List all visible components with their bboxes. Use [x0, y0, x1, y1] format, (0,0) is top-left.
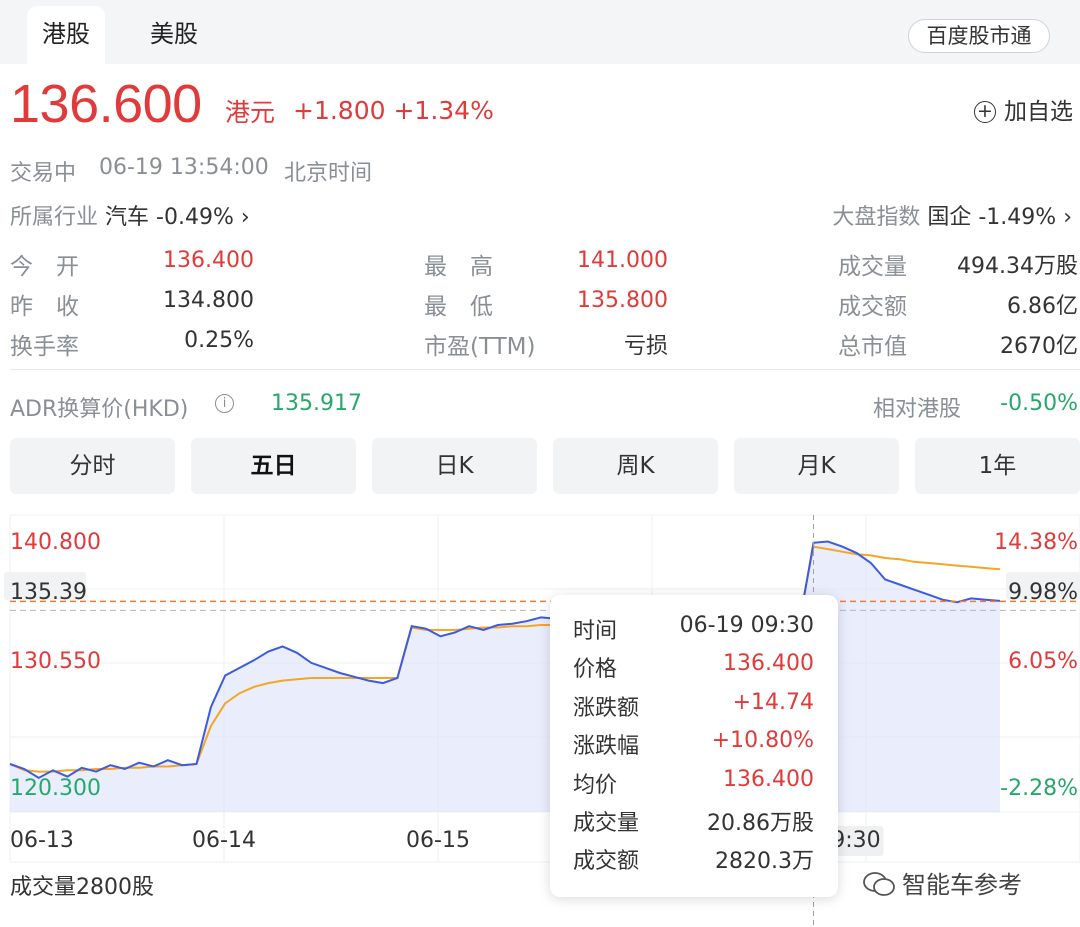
chevron-right-icon: › — [240, 205, 250, 230]
tooltip-key: 时间 — [573, 619, 618, 644]
current-price: 136.600 — [10, 74, 202, 134]
industry-change: -0.49% — [156, 205, 234, 230]
y-axis-label-right: 14.38% — [994, 530, 1078, 555]
info-icon[interactable]: i — [215, 394, 234, 413]
y-axis-label-right: 9.98% — [1008, 580, 1078, 605]
turnover-label: 换手率 — [10, 334, 79, 360]
chevron-right-icon: › — [1063, 205, 1072, 230]
tab-hk-stocks[interactable]: 港股 — [27, 6, 105, 64]
tooltip-value: 2820.3万 — [715, 849, 814, 875]
price-area — [10, 541, 1000, 812]
tab-monthly-k[interactable]: 月K — [734, 438, 899, 494]
market-cap-value: 2670亿 — [1000, 334, 1078, 359]
industry-label: 所属行业 — [10, 205, 99, 230]
tooltip-value: 136.400 — [723, 766, 814, 792]
x-axis-label: 06-14 — [192, 828, 256, 853]
adr-label: ADR换算价(HKD) — [10, 397, 189, 422]
tab-us-stocks[interactable]: 美股 — [150, 6, 198, 64]
tooltip-row: 均价 136.400 — [573, 766, 814, 798]
market-link-button[interactable]: 百度股市通 — [908, 19, 1050, 53]
trading-status: 交易中 — [10, 161, 77, 186]
tooltip-key: 涨跌幅 — [573, 734, 640, 760]
tooltip-key: 成交量 — [573, 811, 640, 836]
tab-one-year[interactable]: 1年 — [915, 438, 1080, 494]
tooltip-row: 成交额 2820.3万 — [573, 843, 814, 875]
x-axis-label: 06-15 — [406, 828, 470, 853]
tooltip-row: 涨跌额 +14.74 — [573, 689, 814, 721]
industry-name: 汽车 — [105, 205, 150, 230]
relative-hk-label: 相对港股 — [873, 397, 962, 422]
tab-five-day[interactable]: 五日 — [191, 438, 356, 494]
tooltip-value: 20.86万股 — [707, 811, 814, 836]
market-cap-label: 总市值 — [838, 334, 907, 360]
tooltip-row: 时间 06-19 09:30 — [573, 613, 814, 644]
low-value: 135.800 — [577, 288, 668, 313]
y-axis-label-right: 6.05% — [1008, 649, 1078, 674]
currency-label: 港元 — [225, 98, 276, 127]
tooltip-key: 价格 — [573, 657, 618, 683]
tooltip-row: 价格 136.400 — [573, 651, 814, 683]
divider — [10, 369, 1080, 370]
add-watchlist-button[interactable]: + 加自选 — [974, 92, 1073, 126]
quote-datetime: 06-19 13:54:00 — [99, 155, 269, 180]
tooltip-row: 成交量 20.86万股 — [573, 805, 814, 836]
y-axis-label-left: 135.39 — [10, 580, 87, 605]
tab-daily-k[interactable]: 日K — [372, 438, 537, 494]
high-value: 141.000 — [577, 248, 668, 273]
volume-value: 494.34万股 — [957, 254, 1078, 279]
tooltip-value: 136.400 — [723, 651, 814, 677]
pe-value: 亏损 — [623, 334, 668, 359]
relative-hk-value: -0.50% — [1000, 391, 1078, 416]
tooltip-key: 均价 — [573, 772, 618, 798]
tab-intraday[interactable]: 分时 — [10, 438, 175, 494]
add-watchlist-label: 加自选 — [1004, 99, 1073, 125]
high-label: 最 高 — [424, 254, 493, 280]
prev-close-value: 134.800 — [163, 288, 254, 313]
low-label: 最 低 — [424, 294, 493, 320]
plus-circle-icon: + — [974, 101, 996, 123]
prev-close-label: 昨 收 — [10, 294, 79, 320]
open-value: 136.400 — [163, 248, 254, 273]
tooltip-value: +10.80% — [711, 728, 814, 754]
pe-label: 市盈(TTM) — [424, 334, 536, 360]
turnover-value: 0.25% — [184, 328, 254, 353]
tooltip-key: 涨跌额 — [573, 695, 640, 721]
adr-value: 135.917 — [271, 391, 362, 416]
y-axis-label-left: 130.550 — [10, 649, 101, 674]
wechat-icon — [862, 871, 896, 897]
volume-caption: 成交量2800股 — [10, 875, 154, 900]
amount-label: 成交额 — [838, 294, 907, 320]
index-name: 国企 — [927, 205, 972, 230]
watermark: 智能车参考 — [862, 865, 1022, 900]
index-link[interactable]: 大盘指数 国企 -1.49% › — [832, 199, 1072, 231]
timezone-label: 北京时间 — [284, 161, 373, 186]
price-change: +1.800 +1.34% — [293, 96, 494, 125]
volume-label: 成交量 — [838, 254, 907, 280]
index-change: -1.49% — [978, 205, 1057, 230]
top-tab-bar: 港股 美股 百度股市通 — [0, 0, 1080, 64]
tooltip-row: 涨跌幅 +10.80% — [573, 728, 814, 760]
tab-weekly-k[interactable]: 周K — [553, 438, 718, 494]
y-axis-label-left: 120.300 — [10, 776, 101, 801]
watermark-text: 智能车参考 — [902, 871, 1022, 899]
amount-value: 6.86亿 — [1007, 294, 1078, 319]
tooltip-value: 06-19 09:30 — [679, 613, 814, 638]
tooltip-value: +14.74 — [732, 689, 814, 715]
tooltip-key: 成交额 — [573, 849, 640, 875]
index-label: 大盘指数 — [832, 205, 921, 230]
y-axis-label-left: 140.800 — [10, 530, 101, 555]
open-label: 今 开 — [10, 254, 79, 280]
x-axis-label: 06-13 — [10, 828, 74, 853]
y-axis-label-right: -2.28% — [1000, 776, 1078, 801]
industry-link[interactable]: 所属行业 汽车 -0.49% › — [10, 199, 250, 231]
chart-tooltip: 时间 06-19 09:30 价格 136.400 涨跌额 +14.74 涨跌幅 +10.80… — [550, 595, 838, 897]
